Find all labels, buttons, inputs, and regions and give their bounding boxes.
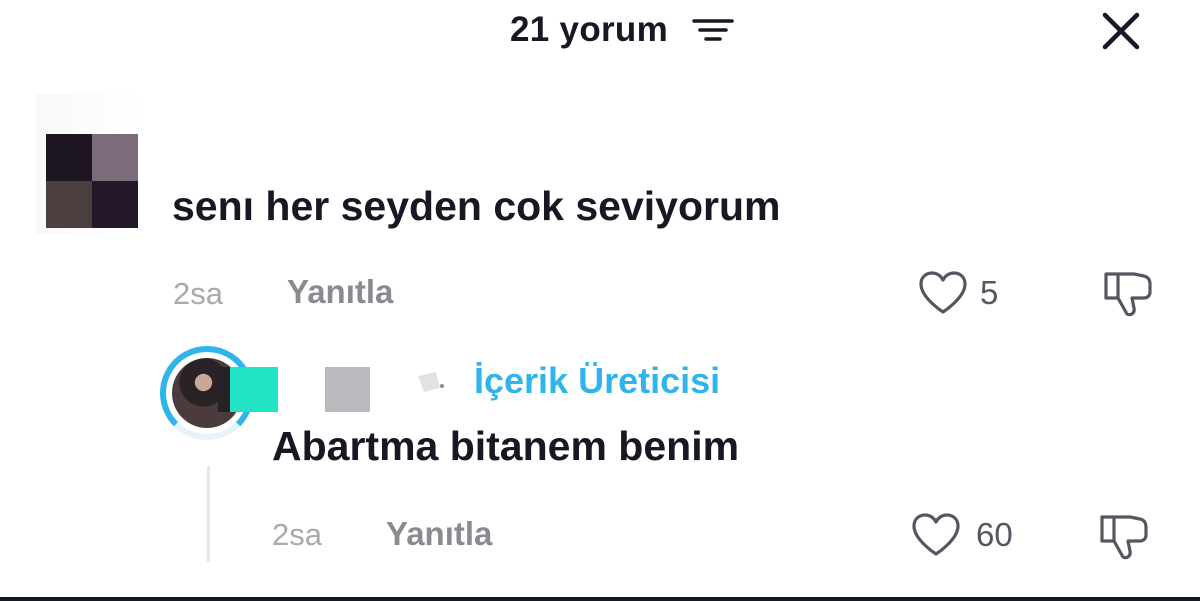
like-count: 60 (976, 516, 1013, 553)
reply-button[interactable]: Yanıtla (386, 515, 492, 553)
thread-line (207, 466, 210, 562)
like-count: 5 (980, 274, 999, 311)
username-redaction-gray (325, 367, 370, 412)
thumbs-down-icon[interactable] (1100, 268, 1154, 318)
bottom-border (0, 597, 1200, 601)
sort-filter-icon[interactable] (692, 15, 736, 45)
heart-outline-icon[interactable] (910, 512, 962, 558)
redaction-mark (418, 372, 444, 392)
comment-count-title: 21 yorum (510, 10, 669, 49)
heart-outline-icon[interactable] (917, 270, 969, 316)
reply-button[interactable]: Yanıtla (287, 273, 393, 311)
reply-time: 2sa (272, 517, 322, 552)
creator-badge: İçerik Üreticisi (474, 360, 721, 401)
username-redaction-teal (230, 367, 278, 412)
close-icon[interactable] (1098, 8, 1144, 54)
comment-text: senı her seyden cok seviyorum (172, 183, 781, 229)
avatar[interactable] (46, 134, 138, 228)
comment-time: 2sa (173, 276, 223, 311)
reply-text: Abartma bitanem benim (272, 423, 740, 469)
thumbs-down-icon[interactable] (1096, 511, 1150, 561)
